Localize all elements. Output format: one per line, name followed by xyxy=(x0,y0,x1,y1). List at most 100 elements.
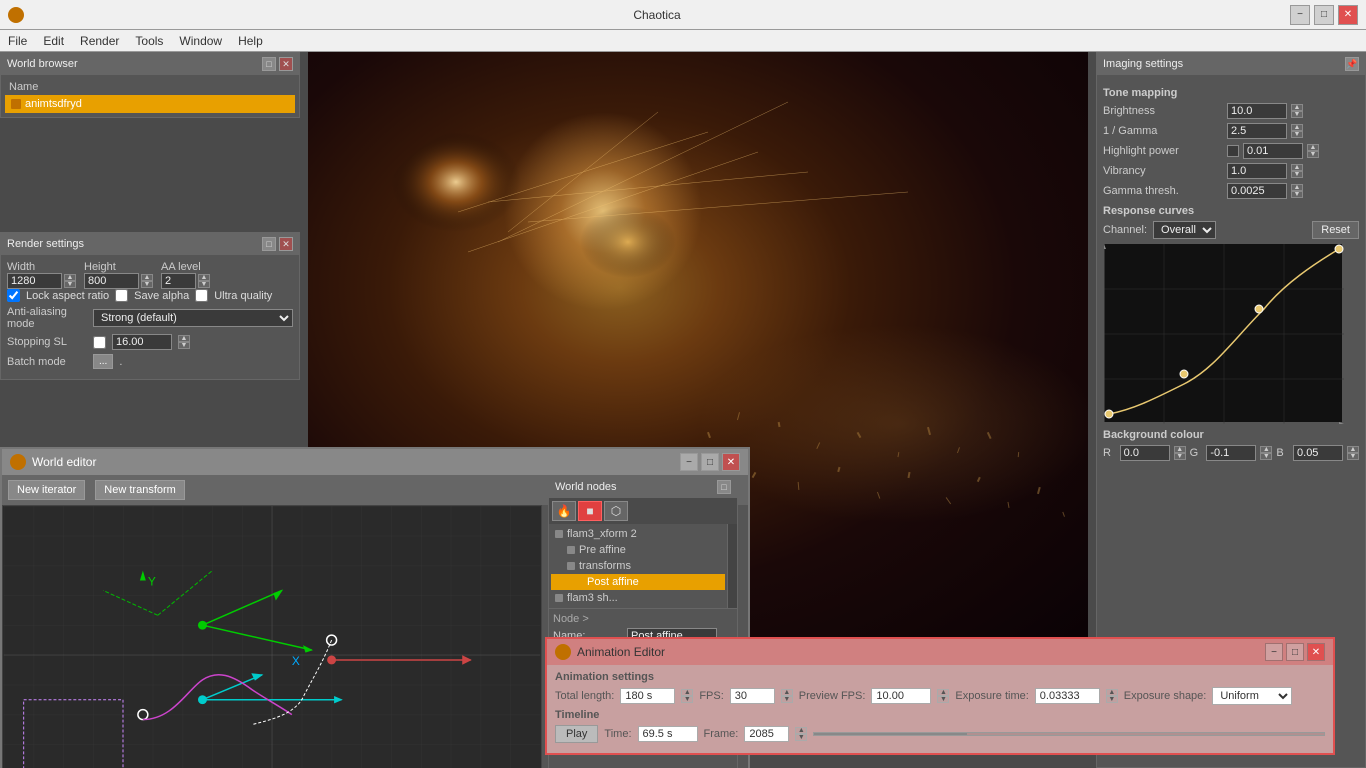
vibrancy-input[interactable] xyxy=(1227,163,1287,179)
highlight-power-down[interactable]: ▼ xyxy=(1307,151,1319,158)
world-browser-close[interactable]: ✕ xyxy=(279,57,293,71)
channel-select[interactable]: Overall xyxy=(1153,221,1216,239)
close-button[interactable]: ✕ xyxy=(1338,5,1358,25)
fps-label: FPS: xyxy=(699,690,723,702)
stopping-sl-input[interactable] xyxy=(112,334,172,350)
aa-down[interactable]: ▼ xyxy=(198,281,210,288)
save-alpha-checkbox[interactable] xyxy=(115,289,128,302)
wn-item-flam3-sh[interactable]: flam3 sh... xyxy=(551,590,725,606)
minimize-button[interactable]: − xyxy=(1290,5,1310,25)
wn-flame-icon[interactable]: 🔥 xyxy=(552,501,576,521)
world-nodes-expand[interactable]: □ xyxy=(717,480,731,494)
height-down[interactable]: ▼ xyxy=(141,281,153,288)
exposure-time-down[interactable]: ▼ xyxy=(1106,696,1118,703)
width-up[interactable]: ▲ xyxy=(64,274,76,281)
b-input[interactable] xyxy=(1293,445,1343,461)
animation-editor-close[interactable]: ✕ xyxy=(1307,643,1325,661)
aa-input[interactable] xyxy=(161,273,196,289)
vibrancy-up[interactable]: ▲ xyxy=(1291,164,1303,171)
gamma-thresh-up[interactable]: ▲ xyxy=(1291,184,1303,191)
frame-down[interactable]: ▼ xyxy=(795,734,807,741)
animation-editor-minimize[interactable]: − xyxy=(1265,643,1283,661)
exposure-shape-select[interactable]: Uniform xyxy=(1212,687,1292,705)
wn-palette-icon[interactable]: ■ xyxy=(578,501,602,521)
g-input[interactable] xyxy=(1206,445,1256,461)
r-input[interactable] xyxy=(1120,445,1170,461)
preview-fps-down[interactable]: ▼ xyxy=(937,696,949,703)
fps-down[interactable]: ▼ xyxy=(781,696,793,703)
render-settings-minimize[interactable]: □ xyxy=(262,237,276,251)
ultra-quality-checkbox[interactable] xyxy=(195,289,208,302)
batch-mode-btn[interactable]: ... xyxy=(93,354,113,369)
vibrancy-down[interactable]: ▼ xyxy=(1291,171,1303,178)
gamma-thresh-down[interactable]: ▼ xyxy=(1291,191,1303,198)
wn-item-pre-affine[interactable]: Pre affine xyxy=(551,542,725,558)
menu-window[interactable]: Window xyxy=(171,32,230,50)
highlight-power-input[interactable] xyxy=(1243,143,1303,159)
render-settings-close[interactable]: ✕ xyxy=(279,237,293,251)
frame-up[interactable]: ▲ xyxy=(795,727,807,734)
total-length-up[interactable]: ▲ xyxy=(681,689,693,696)
exposure-time-input[interactable] xyxy=(1035,688,1100,704)
imaging-settings-pin[interactable]: 📌 xyxy=(1345,57,1359,71)
height-input[interactable] xyxy=(84,273,139,289)
height-up[interactable]: ▲ xyxy=(141,274,153,281)
b-up[interactable]: ▲ xyxy=(1347,446,1359,453)
gamma-up[interactable]: ▲ xyxy=(1291,124,1303,131)
world-editor-maximize[interactable]: □ xyxy=(701,453,719,471)
menu-help[interactable]: Help xyxy=(230,32,271,50)
wn-scrollbar[interactable] xyxy=(727,524,737,608)
world-editor-close[interactable]: ✕ xyxy=(722,453,740,471)
stopping-sl-checkbox[interactable] xyxy=(93,336,106,349)
new-transform-button[interactable]: New transform xyxy=(95,480,185,500)
total-length-down[interactable]: ▼ xyxy=(681,696,693,703)
wn-item-post-affine[interactable]: Post affine xyxy=(551,574,725,590)
lock-aspect-checkbox[interactable] xyxy=(7,289,20,302)
anti-aliasing-select[interactable]: Strong (default) xyxy=(93,309,293,327)
fps-input[interactable] xyxy=(730,688,775,704)
total-length-input[interactable] xyxy=(620,688,675,704)
width-down[interactable]: ▼ xyxy=(64,281,76,288)
maximize-button[interactable]: □ xyxy=(1314,5,1334,25)
editor-canvas[interactable]: Y X xyxy=(2,505,542,768)
gamma-thresh-input[interactable] xyxy=(1227,183,1287,199)
menu-edit[interactable]: Edit xyxy=(35,32,72,50)
play-button[interactable]: Play xyxy=(555,725,598,743)
g-down[interactable]: ▼ xyxy=(1260,453,1272,460)
preview-fps-up[interactable]: ▲ xyxy=(937,689,949,696)
width-input[interactable] xyxy=(7,273,62,289)
exposure-time-up[interactable]: ▲ xyxy=(1106,689,1118,696)
brightness-down[interactable]: ▼ xyxy=(1291,111,1303,118)
gamma-input[interactable] xyxy=(1227,123,1287,139)
brightness-input[interactable] xyxy=(1227,103,1287,119)
world-browser-selected-item[interactable]: animtsdfryd xyxy=(5,95,295,113)
menu-file[interactable]: File xyxy=(0,32,35,50)
fps-up[interactable]: ▲ xyxy=(781,689,793,696)
response-curves-canvas[interactable] xyxy=(1103,243,1343,423)
highlight-power-up[interactable]: ▲ xyxy=(1307,144,1319,151)
g-up[interactable]: ▲ xyxy=(1260,446,1272,453)
frame-input[interactable] xyxy=(744,726,789,742)
animation-editor-maximize[interactable]: □ xyxy=(1286,643,1304,661)
brightness-up[interactable]: ▲ xyxy=(1291,104,1303,111)
menu-tools[interactable]: Tools xyxy=(127,32,171,50)
stopping-sl-down[interactable]: ▼ xyxy=(178,342,190,349)
timeline-bar[interactable] xyxy=(813,732,1325,736)
r-up[interactable]: ▲ xyxy=(1174,446,1186,453)
time-input[interactable] xyxy=(638,726,698,742)
stopping-sl-up[interactable]: ▲ xyxy=(178,335,190,342)
world-editor-minimize[interactable]: − xyxy=(680,453,698,471)
b-down[interactable]: ▼ xyxy=(1347,453,1359,460)
world-browser-minimize[interactable]: □ xyxy=(262,57,276,71)
highlight-power-checkbox[interactable] xyxy=(1227,145,1239,157)
wn-item-flam3-xform2[interactable]: flam3_xform 2 xyxy=(551,526,725,542)
reset-curves-button[interactable]: Reset xyxy=(1312,221,1359,239)
gamma-down[interactable]: ▼ xyxy=(1291,131,1303,138)
r-down[interactable]: ▼ xyxy=(1174,453,1186,460)
aa-up[interactable]: ▲ xyxy=(198,274,210,281)
preview-fps-input[interactable] xyxy=(871,688,931,704)
new-iterator-button[interactable]: New iterator xyxy=(8,480,85,500)
menu-render[interactable]: Render xyxy=(72,32,127,50)
wn-cube-icon[interactable]: ⬡ xyxy=(604,501,628,521)
wn-item-transforms[interactable]: transforms xyxy=(551,558,725,574)
